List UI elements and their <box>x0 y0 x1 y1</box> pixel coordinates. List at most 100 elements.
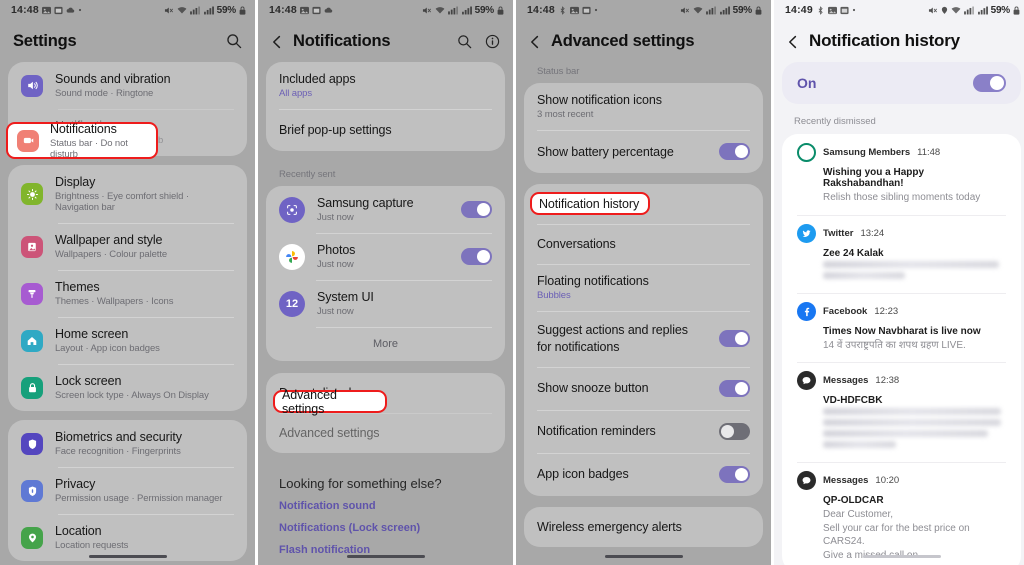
search-icon[interactable] <box>226 33 242 49</box>
row-sub: All apps <box>279 88 312 99</box>
sidebar-item-privacy[interactable]: Privacy Permission usage · Permission ma… <box>8 467 247 514</box>
app-icon-badges-toggle[interactable] <box>719 465 750 483</box>
cloud-icon <box>66 6 75 15</box>
notification-time: 12:38 <box>875 375 900 386</box>
notification-time: 13:24 <box>860 227 885 239</box>
list-item[interactable]: Samsung Members 11:48 Wishing you a Happ… <box>782 134 1021 215</box>
history-master-toggle-row[interactable]: On <box>782 62 1021 104</box>
volume-icon <box>21 74 43 97</box>
link-notifications-lock-screen[interactable]: Notifications (Lock screen) <box>258 517 513 539</box>
back-arrow-icon[interactable] <box>271 35 283 49</box>
sidebar-item-label: Sounds and vibration <box>55 72 171 86</box>
looking-for-heading: Looking for something else? <box>279 476 442 491</box>
sidebar-item-wallpaper[interactable]: Wallpaper and style Wallpapers · Colour … <box>8 223 247 270</box>
wifi-icon <box>435 6 445 15</box>
wifi-icon <box>177 6 187 15</box>
status-bar-card: Show notification icons 3 most recent Sh… <box>524 83 763 173</box>
dot-icon <box>852 8 856 12</box>
notification-time: 12:23 <box>874 305 899 317</box>
more-button[interactable]: More <box>266 327 505 361</box>
sidebar-item-sub: Brightness · Eye comfort shield · Naviga… <box>55 191 189 213</box>
list-item[interactable]: Facebook 12:23 Times Now Navbharat is li… <box>782 292 1021 363</box>
location-pin-icon <box>21 526 43 549</box>
screen-notifications: 14:48 59% Notifications Included apps Al… <box>258 0 513 565</box>
list-item[interactable]: Samsung capture Just now <box>266 186 505 233</box>
twitter-icon <box>797 223 816 243</box>
sidebar-item-sub: Themes · Wallpapers · Icons <box>55 296 174 307</box>
row-label: App icon badges <box>537 467 629 482</box>
sidebar-item-biometrics[interactable]: Biometrics and security Face recognition… <box>8 420 247 467</box>
advanced-scroll[interactable]: Status bar Show notification icons 3 mos… <box>516 62 771 565</box>
app-name: System UI <box>317 290 374 304</box>
section-status-bar: Status bar <box>537 66 580 77</box>
sidebar-item-label: Biometrics and security <box>55 430 182 444</box>
settings-header: Settings <box>0 20 255 62</box>
list-item[interactable]: 12 System UI Just now <box>266 280 505 327</box>
row-conversations[interactable]: Conversations <box>524 224 763 264</box>
facebook-icon <box>797 301 816 321</box>
list-item[interactable]: Messages 10:20 QP-OLDCAR Dear Customer, … <box>782 462 1021 565</box>
list-item[interactable]: Photos Just now <box>266 233 505 280</box>
signal-bars-icon <box>461 6 472 15</box>
row-brief-popup-settings[interactable]: Brief pop-up settings <box>266 109 505 151</box>
status-clock: 14:48 <box>269 4 297 16</box>
sidebar-item-lock-screen[interactable]: Lock screen Screen lock type · Always On… <box>8 364 247 411</box>
history-scroll[interactable]: On Recently dismissed Samsung Members 11… <box>774 62 1024 565</box>
sidebar-item-sounds[interactable]: Sounds and vibration Sound mode · Ringto… <box>8 62 247 109</box>
status-bar: 14:49 59% <box>774 0 1024 20</box>
notification-app: Samsung Members <box>823 147 911 158</box>
battery-percentage-toggle[interactable] <box>719 143 750 160</box>
app-time: Just now <box>317 306 354 317</box>
sidebar-item-home-screen[interactable]: Home screen Layout · App icon badges <box>8 317 247 364</box>
back-arrow-icon[interactable] <box>529 35 541 49</box>
sidebar-item-themes[interactable]: Themes Themes · Wallpapers · Icons <box>8 270 247 317</box>
row-notification-reminders[interactable]: Notification reminders <box>524 409 763 453</box>
lock-icon <box>1013 6 1020 15</box>
notification-reminders-toggle[interactable] <box>719 422 750 440</box>
notifications-scroll[interactable]: Included apps All apps Brief pop-up sett… <box>258 62 513 565</box>
highlight-notifications[interactable]: Notifications Status bar · Do not distur… <box>6 122 158 160</box>
row-show-snooze-button[interactable]: Show snooze button <box>524 366 763 410</box>
back-arrow-icon[interactable] <box>787 35 799 49</box>
app-name: Samsung capture <box>317 196 414 210</box>
calendar-icon <box>840 6 849 15</box>
lock-icon <box>497 6 504 15</box>
history-toggle[interactable] <box>973 74 1006 92</box>
sidebar-item-display[interactable]: Display Brightness · Eye comfort shield … <box>8 165 247 223</box>
row-advanced-settings-base[interactable]: Advanced settings <box>266 413 505 453</box>
search-icon[interactable] <box>457 34 472 49</box>
row-show-notification-icons[interactable]: Show notification icons 3 most recent <box>524 83 763 130</box>
row-suggest-actions[interactable]: Suggest actions and replies for notifica… <box>524 311 763 367</box>
row-floating-notifications[interactable]: Floating notifications Bubbles <box>524 264 763 311</box>
link-notification-sound[interactable]: Notification sound <box>258 495 513 517</box>
list-item[interactable]: Messages 12:38 VD-HDFCBK <box>782 362 1021 462</box>
row-included-apps[interactable]: Included apps All apps <box>266 62 505 109</box>
info-icon[interactable] <box>485 34 500 49</box>
row-wireless-emergency-alerts[interactable]: Wireless emergency alerts <box>524 507 763 547</box>
row-label: Show battery percentage <box>537 144 674 159</box>
dot-icon <box>78 8 82 12</box>
notification-app: Facebook <box>823 305 868 317</box>
notification-app: Messages <box>823 375 869 386</box>
signal-icon <box>189 6 201 15</box>
app-time: Just now <box>317 212 354 223</box>
settings-group-3: Biometrics and security Face recognition… <box>8 420 247 561</box>
app-toggle[interactable] <box>461 248 492 265</box>
highlight-notification-history[interactable]: Notification history <box>530 192 650 215</box>
suggest-actions-toggle[interactable] <box>719 330 750 348</box>
row-sub: 3 most recent <box>537 109 594 120</box>
app-toggle[interactable] <box>461 201 492 218</box>
snooze-button-toggle[interactable] <box>719 379 750 397</box>
section-recently-sent: Recently sent <box>279 169 336 180</box>
highlight-advanced-settings[interactable]: Advanced settings <box>273 388 387 416</box>
page-title: Notifications <box>293 31 391 50</box>
highlight-title: Notification history <box>539 196 640 211</box>
notification-body: Relish those sibling moments today <box>823 192 981 203</box>
status-bar: 14:48 59% <box>258 0 513 20</box>
row-app-icon-badges[interactable]: App icon badges <box>524 452 763 496</box>
list-item[interactable]: Twitter 13:24 Zee 24 Kalak <box>782 214 1021 293</box>
row-show-battery-percentage[interactable]: Show battery percentage <box>524 130 763 173</box>
sidebar-item-label: Location <box>55 524 102 538</box>
bluetooth-icon <box>558 5 567 15</box>
signal-bars-icon <box>719 6 730 15</box>
